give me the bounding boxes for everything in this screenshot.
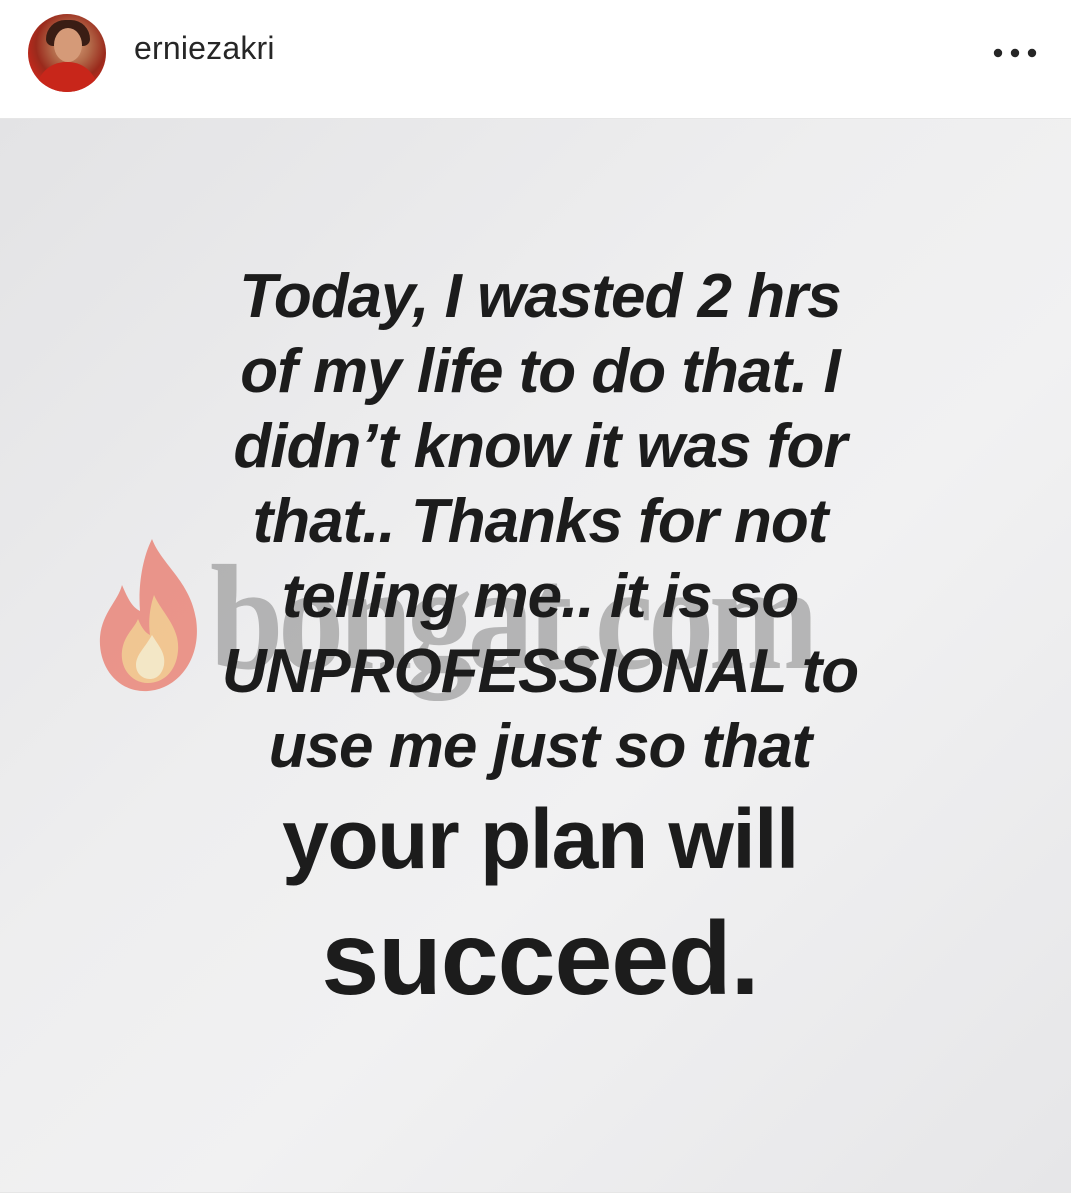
text-line: of my life to do that. I bbox=[240, 337, 840, 406]
bottom-divider bbox=[0, 1192, 1071, 1200]
avatar-body bbox=[36, 62, 98, 92]
more-options-button[interactable] bbox=[990, 38, 1040, 68]
avatar-face bbox=[54, 28, 82, 62]
instagram-post: erniezakri bongat.com Today, I wasted 2 … bbox=[0, 0, 1071, 1200]
more-horizontal-icon bbox=[993, 48, 1037, 58]
text-line: UNPROFESSIONAL to bbox=[221, 637, 859, 706]
avatar[interactable] bbox=[28, 14, 106, 92]
text-line: Today, I wasted 2 hrs bbox=[239, 262, 841, 331]
post-image[interactable]: bongat.com Today, I wasted 2 hrs of my l… bbox=[0, 119, 1071, 1192]
text-line: your plan will bbox=[282, 792, 799, 886]
text-line: didn’t know it was for bbox=[233, 412, 848, 481]
username-link[interactable]: erniezakri bbox=[134, 30, 275, 67]
text-line: use me just so that bbox=[268, 712, 813, 781]
story-text: Today, I wasted 2 hrs of my life to do t… bbox=[160, 259, 920, 1024]
post-header: erniezakri bbox=[0, 0, 1071, 119]
text-line: telling me.. it is so bbox=[281, 562, 799, 631]
text-line: that.. Thanks for not bbox=[252, 487, 829, 556]
text-line: succeed. bbox=[321, 901, 759, 1017]
